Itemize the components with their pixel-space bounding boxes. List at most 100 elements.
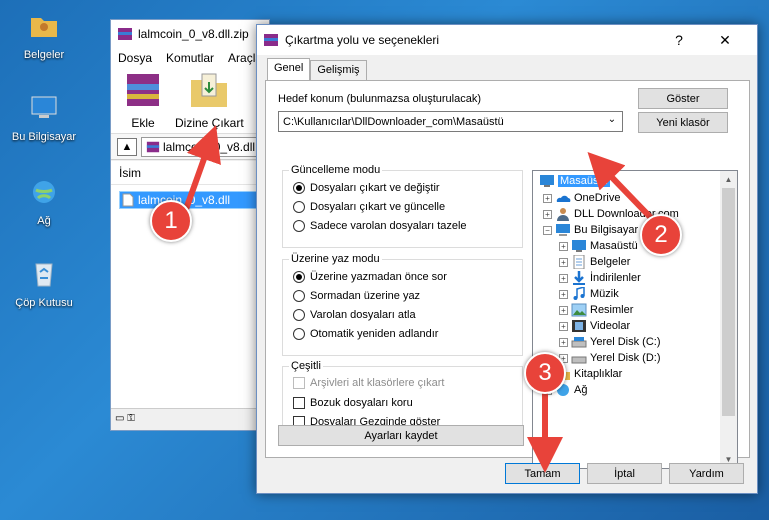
tree-item-videos[interactable]: + Videolar bbox=[559, 318, 630, 334]
tree-item-drive-d[interactable]: + Yerel Disk (D:) bbox=[559, 350, 661, 366]
archive-add-icon bbox=[127, 74, 159, 106]
dialog-button-row: Tamam İptal Yardım bbox=[257, 457, 757, 493]
folder-user-icon bbox=[31, 18, 57, 37]
winrar-file-list: İsim lalmcoin_0_v8.dll bbox=[111, 161, 269, 409]
show-button[interactable]: Göster bbox=[638, 88, 728, 109]
winrar-title-bar: lalmcoin_0_v8.dll.zip bbox=[111, 20, 269, 48]
scroll-up-icon[interactable]: ▲ bbox=[720, 171, 737, 188]
desktop-icon bbox=[572, 240, 586, 252]
tree-item-onedrive[interactable]: + OneDrive bbox=[543, 190, 620, 206]
download-icon bbox=[573, 271, 585, 285]
tree-item-documents[interactable]: + Belgeler bbox=[559, 254, 630, 270]
add-button[interactable]: Ekle bbox=[121, 70, 165, 131]
tree-scrollbar[interactable]: ▲ ▼ bbox=[720, 171, 737, 468]
folder-tree[interactable]: Masaüstü + OneDrive + DLL Downloader.com… bbox=[532, 170, 738, 469]
desktop-icon-label: Ağ bbox=[37, 215, 51, 227]
tree-item-music[interactable]: + Müzik bbox=[559, 286, 619, 302]
desktop-icon-label: Belgeler bbox=[23, 49, 65, 61]
help-button[interactable]: Yardım bbox=[669, 463, 744, 484]
onedrive-icon bbox=[556, 195, 571, 202]
step-badge-1: 1 bbox=[150, 200, 192, 242]
help-title-button[interactable]: ? bbox=[657, 25, 701, 55]
ok-button[interactable]: Tamam bbox=[505, 463, 580, 484]
close-button[interactable]: ✕ bbox=[703, 25, 747, 55]
desktop-icon-belgeler[interactable]: Belgeler bbox=[8, 10, 80, 61]
winrar-icon bbox=[264, 34, 278, 46]
winrar-path-bar: ▲ lalmcoin_0_v8.dll bbox=[111, 134, 269, 160]
collapse-icon[interactable]: − bbox=[543, 225, 552, 235]
extract-to-label: Dizine Çıkart bbox=[175, 116, 244, 130]
expand-icon[interactable]: + bbox=[559, 241, 568, 251]
radio-skip-existing[interactable]: Varolan dosyaları atla bbox=[293, 309, 416, 321]
radio-unselected[interactable] bbox=[293, 328, 305, 340]
target-path-input[interactable]: C:\Kullanıcılar\DllDownloader_com\Masaüs… bbox=[278, 111, 623, 132]
radio-selected[interactable] bbox=[293, 271, 305, 283]
new-folder-button[interactable]: Yeni klasör bbox=[638, 112, 728, 133]
up-folder-button[interactable]: ▲ bbox=[117, 137, 137, 156]
checkbox-disabled bbox=[293, 377, 305, 389]
computer-icon bbox=[31, 96, 57, 118]
expand-icon[interactable]: + bbox=[559, 257, 568, 267]
radio-unselected[interactable] bbox=[293, 309, 305, 321]
overwrite-mode-title: Üzerine yaz modu bbox=[289, 253, 382, 265]
dialog-title: Çıkartma yolu ve seçenekleri bbox=[285, 33, 440, 47]
music-icon bbox=[573, 287, 585, 300]
expand-icon[interactable]: + bbox=[559, 321, 568, 331]
desktop-icon-cop-kutusu[interactable]: Çöp Kutusu bbox=[8, 258, 80, 309]
desktop-icon-label: Bu Bilgisayar bbox=[11, 131, 77, 143]
tree-item-drive-c[interactable]: + Yerel Disk (C:) bbox=[559, 334, 661, 350]
tree-item-pictures[interactable]: + Resimler bbox=[559, 302, 633, 318]
tab-genel[interactable]: Genel bbox=[267, 58, 311, 80]
menu-dosya[interactable]: Dosya bbox=[118, 51, 152, 65]
misc-title: Çeşitli bbox=[289, 360, 323, 372]
expand-icon[interactable]: + bbox=[559, 337, 568, 347]
desktop-icon-label: Çöp Kutusu bbox=[15, 297, 73, 309]
target-path-label: Hedef konum (bulunmazsa oluşturulacak) bbox=[278, 93, 481, 105]
general-tab-panel: Hedef konum (bulunmazsa oluşturulacak) C… bbox=[265, 80, 750, 469]
computer-icon bbox=[556, 224, 570, 236]
desktop-icon-bu-bilgisayar[interactable]: Bu Bilgisayar bbox=[8, 92, 80, 143]
expand-icon[interactable]: + bbox=[559, 289, 568, 299]
up-arrow-icon: ▲ bbox=[121, 140, 133, 153]
save-settings-button[interactable]: Ayarları kaydet bbox=[278, 425, 524, 446]
tree-item-downloads[interactable]: + İndirilenler bbox=[559, 270, 641, 286]
desktop-icon-ag[interactable]: Ağ bbox=[8, 176, 80, 227]
radio-auto-rename[interactable]: Otomatik yeniden adlandır bbox=[293, 328, 438, 340]
tree-item-desktop[interactable]: Masaüstü bbox=[539, 173, 610, 189]
chevron-down-icon[interactable]: ⌄ bbox=[604, 114, 620, 129]
winrar-path-field[interactable]: lalmcoin_0_v8.dll bbox=[141, 136, 269, 157]
recycle-bin-icon bbox=[35, 263, 53, 287]
extract-to-button[interactable]: Dizine Çıkart bbox=[175, 70, 244, 131]
checkbox[interactable] bbox=[293, 397, 305, 409]
overwrite-mode-group: Üzerine yaz modu Üzerine yazmadan önce s… bbox=[282, 253, 523, 356]
user-icon bbox=[557, 208, 569, 221]
tree-item-pc-desktop[interactable]: + Masaüstü bbox=[559, 238, 638, 254]
file-row[interactable]: lalmcoin_0_v8.dll bbox=[119, 191, 269, 209]
expand-icon[interactable]: + bbox=[559, 273, 568, 283]
tab-gelismis[interactable]: Gelişmiş bbox=[310, 60, 367, 80]
expand-icon[interactable]: + bbox=[559, 305, 568, 315]
radio-unselected[interactable] bbox=[293, 201, 305, 213]
drive-icon bbox=[571, 356, 587, 364]
radio-unselected[interactable] bbox=[293, 290, 305, 302]
check-keep-broken-files[interactable]: Bozuk dosyaları koru bbox=[293, 397, 413, 409]
radio-unselected[interactable] bbox=[293, 220, 305, 232]
column-header-name[interactable]: İsim bbox=[111, 161, 269, 185]
scrollbar-thumb[interactable] bbox=[722, 188, 735, 416]
radio-overwrite-without-prompt[interactable]: Sormadan üzerine yaz bbox=[293, 290, 420, 302]
radio-extract-update[interactable]: Dosyaları çıkart ve güncelle bbox=[293, 201, 445, 213]
winrar-icon bbox=[118, 28, 132, 40]
radio-selected[interactable] bbox=[293, 182, 305, 194]
radio-freshen-existing[interactable]: Sadece varolan dosyaları tazele bbox=[293, 220, 467, 232]
cancel-button[interactable]: İptal bbox=[587, 463, 662, 484]
pictures-icon bbox=[571, 303, 587, 317]
winrar-status-bar: ▭ ⚿ bbox=[111, 408, 269, 430]
expand-icon[interactable]: + bbox=[543, 193, 552, 203]
radio-ask-before-overwrite[interactable]: Üzerine yazmadan önce sor bbox=[293, 271, 447, 283]
radio-extract-replace[interactable]: Dosyaları çıkart ve değiştir bbox=[293, 182, 440, 194]
menu-komutlar[interactable]: Komutlar bbox=[166, 51, 214, 65]
dialog-tabs: Genel Gelişmiş bbox=[267, 58, 367, 80]
tree-item-this-pc[interactable]: − Bu Bilgisayar bbox=[543, 222, 638, 238]
videos-icon bbox=[572, 320, 586, 332]
expand-icon[interactable]: + bbox=[543, 209, 552, 219]
